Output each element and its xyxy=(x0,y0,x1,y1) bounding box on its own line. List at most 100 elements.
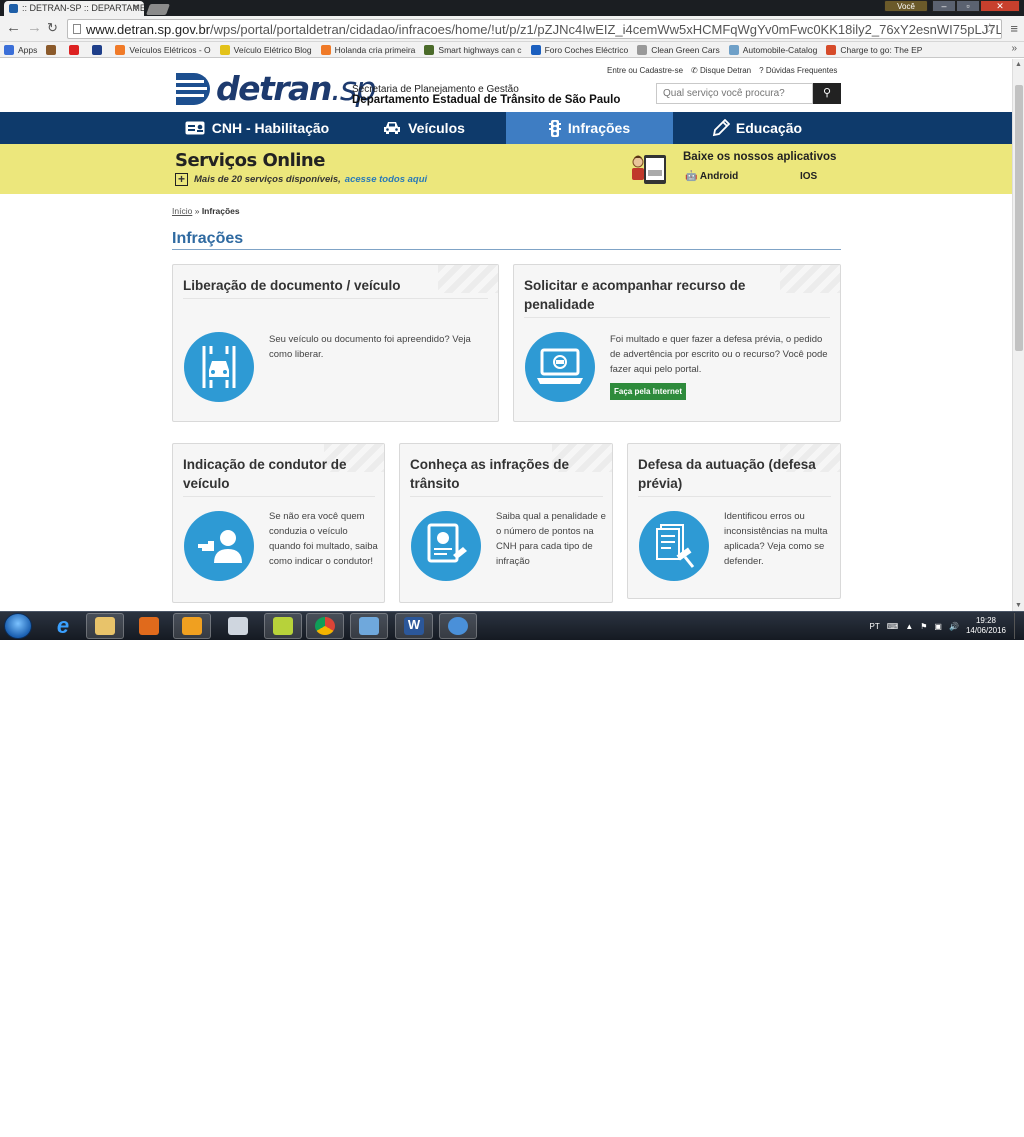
taskbar-itunes[interactable] xyxy=(439,613,477,639)
bookmark-favicon-icon xyxy=(637,44,648,55)
bookmark-item[interactable]: Veículos Elétricos - O xyxy=(115,44,211,55)
card-title: Indicação de condutor de veículo xyxy=(183,457,347,491)
card-recurso[interactable]: Solicitar e acompanhar recurso de penali… xyxy=(513,264,841,422)
media-player-icon xyxy=(139,617,159,635)
page-viewport: detran.sp Secretaria de Planejamento e G… xyxy=(0,59,1012,611)
nav-infracoes[interactable]: Infrações xyxy=(506,112,673,144)
taskbar-chrome[interactable] xyxy=(306,613,344,639)
page-scrollbar[interactable]: ▲ ▼ xyxy=(1012,59,1024,611)
search-input[interactable] xyxy=(656,83,813,104)
clock[interactable]: 19:28 14/06/2016 xyxy=(966,616,1006,636)
card-liberacao[interactable]: Liberação de documento / veículo Seu veí… xyxy=(172,264,499,422)
scroll-down-icon[interactable]: ▼ xyxy=(1015,602,1022,609)
nav-cnh[interactable]: CNH - Habilitação xyxy=(172,112,342,144)
flag-icon[interactable]: ⚑ xyxy=(920,622,927,631)
nav-veiculos[interactable]: Veículos xyxy=(342,112,506,144)
disque-detran-link[interactable]: ✆ Disque Detran xyxy=(691,66,751,75)
nav-educacao[interactable]: Educação xyxy=(673,112,841,144)
scroll-up-icon[interactable]: ▲ xyxy=(1015,61,1022,68)
volume-icon[interactable]: 🔊 xyxy=(949,622,959,631)
minimize-button[interactable]: – xyxy=(932,0,956,12)
outlook-icon xyxy=(182,617,202,635)
taskbar-calculator[interactable] xyxy=(219,613,257,639)
bookmark-item[interactable]: Veículo Elétrico Blog xyxy=(219,44,312,55)
chrome-menu-icon[interactable]: ≡ xyxy=(1010,21,1018,36)
scrollbar-thumb[interactable] xyxy=(1015,85,1023,351)
card-indicacao[interactable]: Indicação de condutor de veículo Se não … xyxy=(172,443,385,603)
card-description: Identificou erros ou inconsistências na … xyxy=(724,511,828,567)
site-header: detran.sp Secretaria de Planejamento e G… xyxy=(0,59,1012,112)
back-icon[interactable]: ← xyxy=(6,20,21,36)
taskbar-explorer[interactable] xyxy=(86,613,124,639)
secretaria-text: Secretaria de Planejamento e Gestão Depa… xyxy=(352,84,620,106)
taskbar-outlook[interactable] xyxy=(173,613,211,639)
bookmark-item[interactable] xyxy=(69,44,83,55)
detran-logo[interactable]: detran.sp xyxy=(174,69,376,108)
language-indicator[interactable]: PT xyxy=(870,622,880,631)
card-defesa[interactable]: Defesa da autuação (defesa prévia) Ident… xyxy=(627,443,841,599)
bookmark-item[interactable]: Automobile-Catalog xyxy=(728,44,817,55)
address-bar[interactable]: www.detran.sp.gov.br/wps/portal/portalde… xyxy=(67,19,1002,39)
phone-icon: ✆ xyxy=(691,66,698,75)
bookmark-favicon-icon xyxy=(424,44,435,55)
bookmark-item[interactable] xyxy=(46,44,60,55)
chrome-icon xyxy=(315,617,335,635)
tab-close-icon[interactable]: × xyxy=(133,2,139,13)
profile-button[interactable]: Você xyxy=(884,0,928,12)
bookmark-item[interactable]: Holanda cria primeira xyxy=(320,44,416,55)
services-sub-text: Mais de 20 serviços disponíveis, xyxy=(194,174,341,185)
browser-tab[interactable]: :: DETRAN-SP :: DEPARTAMENTO × xyxy=(4,1,144,16)
bookmark-item[interactable]: Smart highways can c xyxy=(424,44,522,55)
window-controls: Você – ▫ ✕ xyxy=(884,0,1020,13)
bookmark-favicon-icon xyxy=(46,44,57,55)
gavel-documents-icon xyxy=(639,511,709,581)
bookmarks-overflow-icon[interactable]: » xyxy=(1011,43,1017,54)
taskbar-notepad[interactable] xyxy=(264,613,302,639)
bookmark-label: Holanda cria primeira xyxy=(334,44,416,55)
bookmark-item[interactable] xyxy=(92,44,106,55)
login-link[interactable]: Entre ou Cadastre-se xyxy=(607,66,683,75)
ios-link[interactable]: IOS xyxy=(800,171,817,182)
online-badge[interactable]: Faça pela Internet xyxy=(610,383,687,400)
close-window-button[interactable]: ✕ xyxy=(980,0,1020,12)
android-link[interactable]: 🤖 Android xyxy=(685,171,738,182)
url-path: /wps/portal/portaldetran/cidadao/infraco… xyxy=(210,22,1002,37)
android-icon: 🤖 xyxy=(685,171,698,182)
breadcrumb-current: Infrações xyxy=(201,206,240,216)
keyboard-icon[interactable]: ⌨ xyxy=(887,622,899,631)
card-conheca[interactable]: Conheça as infrações de trânsito Saiba q… xyxy=(399,443,613,603)
bookmark-item[interactable]: Foro Coches Eléctrico xyxy=(530,44,628,55)
apps-bookmark[interactable]: Apps xyxy=(4,44,37,55)
card-stripe xyxy=(780,265,840,293)
card-description: Saiba qual a penalidade e o número de po… xyxy=(496,511,606,567)
pointing-person-icon xyxy=(184,511,254,581)
search-icon: ⚲ xyxy=(822,87,832,99)
taskbar-media[interactable] xyxy=(130,613,168,639)
search-button[interactable]: ⚲ xyxy=(813,83,841,104)
taskbar-ie[interactable]: e xyxy=(44,613,82,639)
plus-icon[interactable]: + xyxy=(175,173,188,186)
bookmark-star-icon[interactable]: ☆ xyxy=(983,20,996,37)
reload-icon[interactable]: ↻ xyxy=(47,20,58,36)
bookmark-item[interactable]: Clean Green Cars xyxy=(637,44,720,55)
faq-link[interactable]: ? Dúvidas Frequentes xyxy=(759,66,837,75)
new-tab-button[interactable] xyxy=(145,4,171,15)
page-icon xyxy=(73,24,81,34)
bookmark-item[interactable]: Charge to go: The EP xyxy=(826,44,923,55)
breadcrumb-home-link[interactable]: Início xyxy=(172,206,192,216)
maximize-button[interactable]: ▫ xyxy=(956,0,980,12)
forward-icon[interactable]: → xyxy=(27,20,42,36)
network-icon[interactable]: ▣ xyxy=(934,622,942,631)
show-desktop-button[interactable] xyxy=(1014,613,1024,639)
taskbar-photos[interactable] xyxy=(350,613,388,639)
card-divider xyxy=(638,496,831,497)
start-button[interactable] xyxy=(4,613,32,639)
bookmark-label: Veículos Elétricos - O xyxy=(129,44,211,55)
taskbar-word[interactable]: W xyxy=(395,613,433,639)
bookmark-favicon-icon xyxy=(826,44,837,55)
bookmark-label: Smart highways can c xyxy=(438,44,522,55)
services-all-link[interactable]: acesse todos aqui xyxy=(345,174,427,185)
bookmark-label: Charge to go: The EP xyxy=(840,44,923,55)
card-divider xyxy=(524,317,830,318)
tray-expand-icon[interactable]: ▲ xyxy=(905,622,913,631)
